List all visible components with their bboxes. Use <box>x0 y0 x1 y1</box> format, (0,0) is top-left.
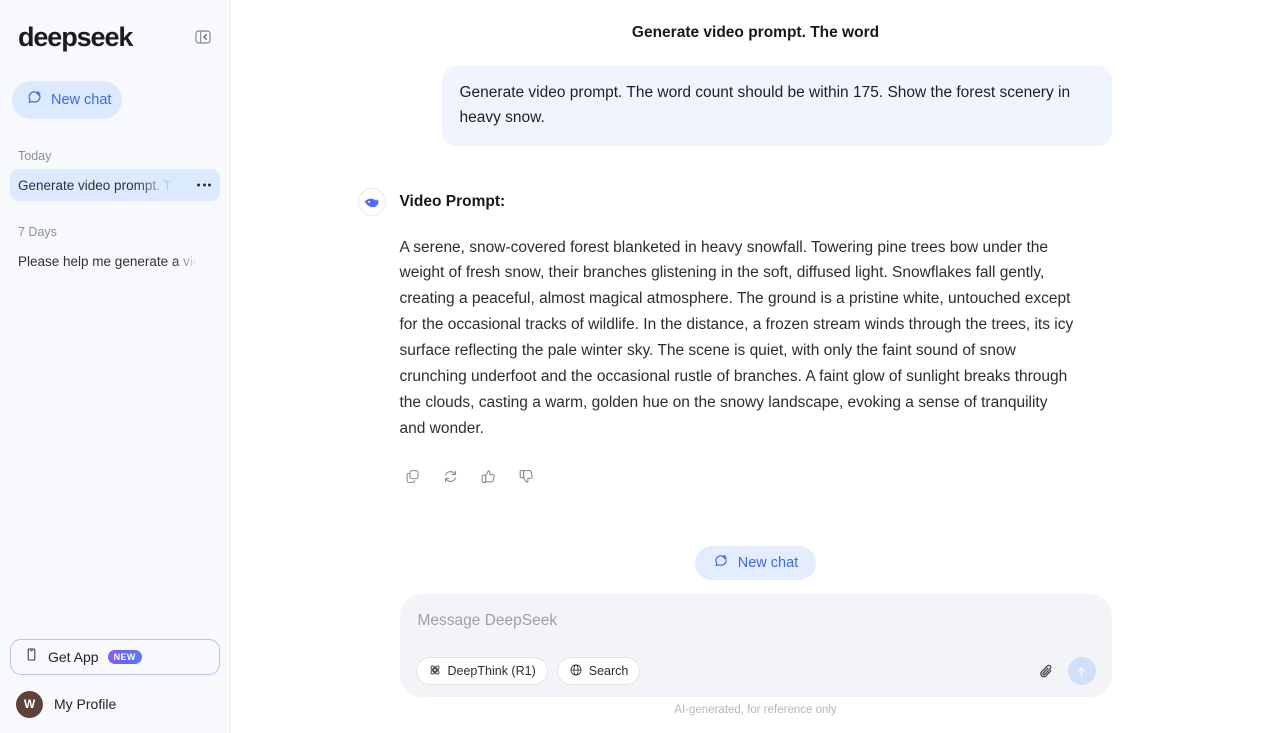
new-chat-button[interactable]: New chat <box>695 546 816 580</box>
history-item-title: Generate video prompt. The <box>18 178 178 193</box>
new-chat-label: New chat <box>51 92 111 108</box>
thumbs-up-icon[interactable] <box>476 464 502 490</box>
page-title: Generate video prompt. The word <box>632 24 879 42</box>
regenerate-icon[interactable] <box>438 464 464 490</box>
assistant-heading: Video Prompt: <box>400 193 506 211</box>
my-profile-label: My Profile <box>54 696 116 712</box>
new-badge: NEW <box>108 650 142 664</box>
composer-actions <box>1034 657 1096 685</box>
thumbs-down-icon[interactable] <box>514 464 540 490</box>
my-profile-button[interactable]: W My Profile <box>10 687 220 721</box>
deepseek-whale-icon <box>358 188 386 216</box>
main-area: Generate video prompt. The word Generate… <box>231 0 1280 733</box>
panel-collapse-icon[interactable] <box>192 26 214 48</box>
composer-wrap: Message DeepSeek DeepThink (R1) <box>231 594 1280 733</box>
history-item-active[interactable]: Generate video prompt. The <box>10 169 220 201</box>
app-root: deepseek New chat Today <box>0 0 1280 733</box>
history-group-label-today: Today <box>10 141 220 169</box>
user-message: Generate video prompt. The word count sh… <box>442 66 1112 146</box>
deepthink-toggle[interactable]: DeepThink (R1) <box>416 657 548 685</box>
deepseek-logo: deepseek <box>18 24 132 51</box>
main-header: Generate video prompt. The word <box>231 0 1280 66</box>
mobile-phone-icon <box>24 647 39 667</box>
new-chat-icon <box>713 553 729 573</box>
assistant-body-text: A serene, snow-covered forest blanketed … <box>400 235 1078 442</box>
disclaimer-text: AI-generated, for reference only <box>231 697 1280 725</box>
history-group-label-7days: 7 Days <box>10 217 220 245</box>
sidebar-footer: Get App NEW W My Profile <box>0 639 230 721</box>
send-button[interactable] <box>1068 657 1096 685</box>
deepthink-label: DeepThink (R1) <box>448 664 536 678</box>
search-toggle[interactable]: Search <box>557 657 641 685</box>
get-app-label: Get App <box>48 649 99 665</box>
new-chat-icon <box>26 89 43 111</box>
conversation: Generate video prompt. The word count sh… <box>231 66 1280 546</box>
center-new-chat-wrap: New chat <box>231 546 1280 594</box>
assistant-header: Video Prompt: <box>358 188 1112 216</box>
sidebar-header: deepseek <box>0 0 230 56</box>
sidebar-new-chat-button[interactable]: New chat <box>12 81 122 119</box>
new-chat-label: New chat <box>738 555 798 571</box>
composer-toolbar: DeepThink (R1) Search <box>416 657 1096 685</box>
atom-icon <box>428 663 442 680</box>
assistant-message: Video Prompt: A serene, snow-covered for… <box>400 188 1112 490</box>
search-label: Search <box>589 664 629 678</box>
message-actions <box>400 464 1112 490</box>
composer: Message DeepSeek DeepThink (R1) <box>400 594 1112 697</box>
paperclip-icon[interactable] <box>1034 658 1060 684</box>
get-app-button[interactable]: Get App NEW <box>10 639 220 675</box>
history-item-title: Please help me generate a video <box>18 254 196 269</box>
globe-icon <box>569 663 583 680</box>
avatar: W <box>16 691 43 718</box>
copy-icon[interactable] <box>400 464 426 490</box>
chat-history-list: Today Generate video prompt. The 7 Days … <box>0 141 230 277</box>
user-message-row: Generate video prompt. The word count sh… <box>400 66 1112 146</box>
history-item[interactable]: Please help me generate a video <box>10 245 220 277</box>
sidebar: deepseek New chat Today <box>0 0 231 733</box>
more-options-icon[interactable] <box>194 180 214 191</box>
message-input[interactable]: Message DeepSeek <box>416 612 1096 634</box>
